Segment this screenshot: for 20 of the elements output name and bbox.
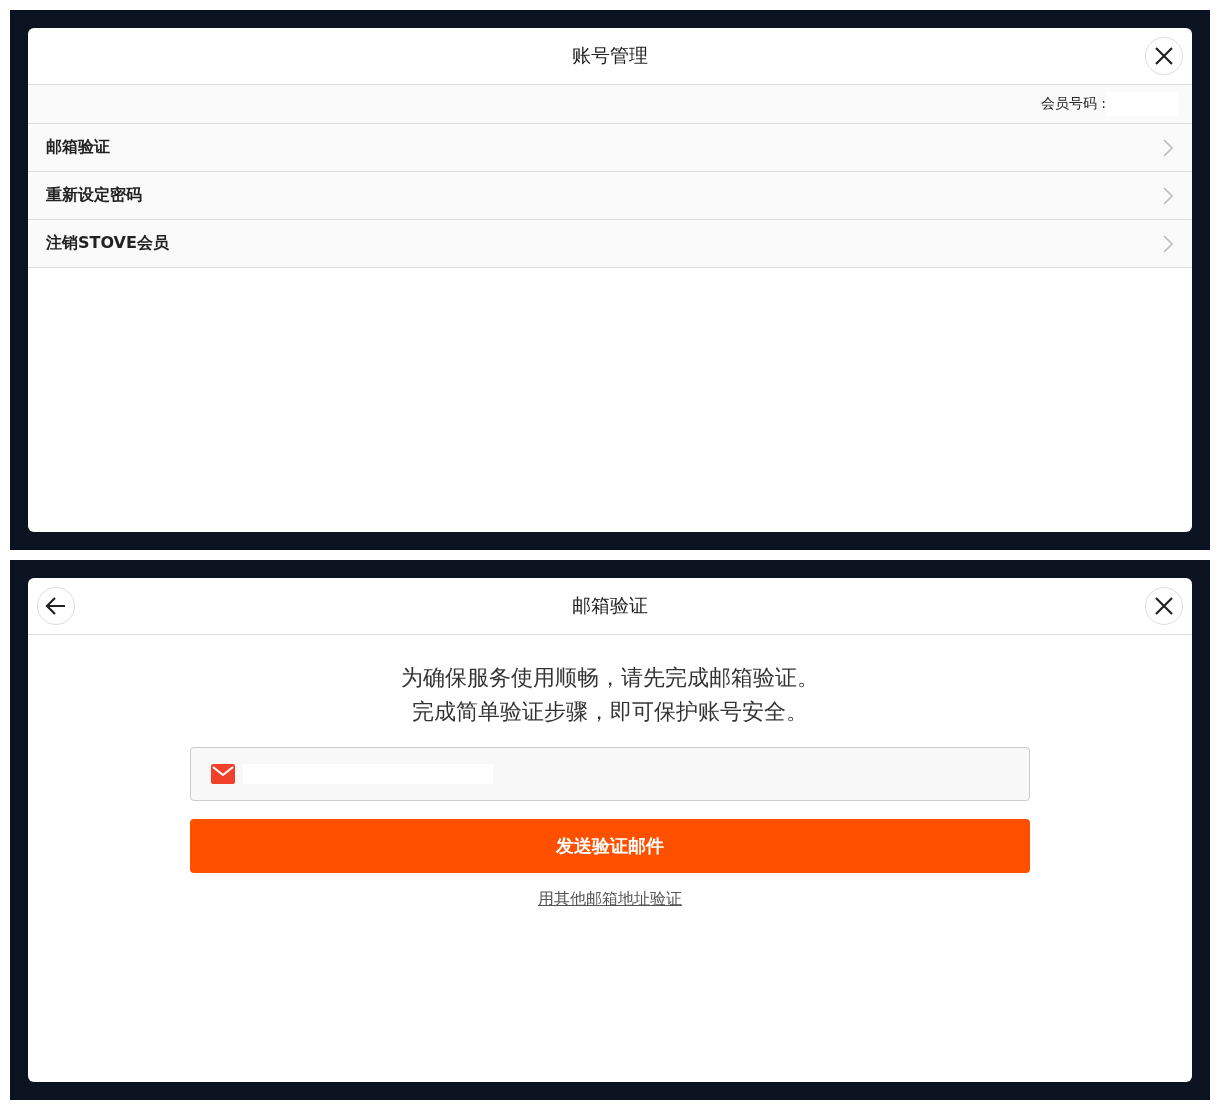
- menu-item[interactable]: 注销STOVE会员: [28, 220, 1192, 268]
- back-button[interactable]: [37, 587, 75, 625]
- menu-item[interactable]: 邮箱验证: [28, 124, 1192, 172]
- back-arrow-icon: [45, 596, 67, 616]
- menu-item[interactable]: 重新设定密码: [28, 172, 1192, 220]
- chevron-icon: [1162, 137, 1174, 158]
- mail-icon: [211, 764, 235, 784]
- close-icon: [1154, 596, 1174, 616]
- member-number-label: 会员号码 :: [1040, 95, 1106, 113]
- close-button[interactable]: [1145, 587, 1183, 625]
- message-text: 为确保服务使用顺畅，请先完成邮箱验证。: [401, 664, 819, 692]
- dialog-title: 邮箱验证: [572, 593, 648, 618]
- dialog-title: 账号管理: [572, 43, 648, 68]
- close-icon: [1154, 46, 1174, 66]
- chevron-icon: [1162, 185, 1174, 206]
- other-email-link[interactable]: 用其他邮箱地址验证: [538, 889, 682, 910]
- chevron-icon: [1162, 233, 1174, 254]
- email-field[interactable]: [190, 747, 1030, 801]
- message-text: 完成简单验证步骤，即可保护账号安全。: [412, 698, 808, 726]
- close-button[interactable]: [1145, 37, 1183, 75]
